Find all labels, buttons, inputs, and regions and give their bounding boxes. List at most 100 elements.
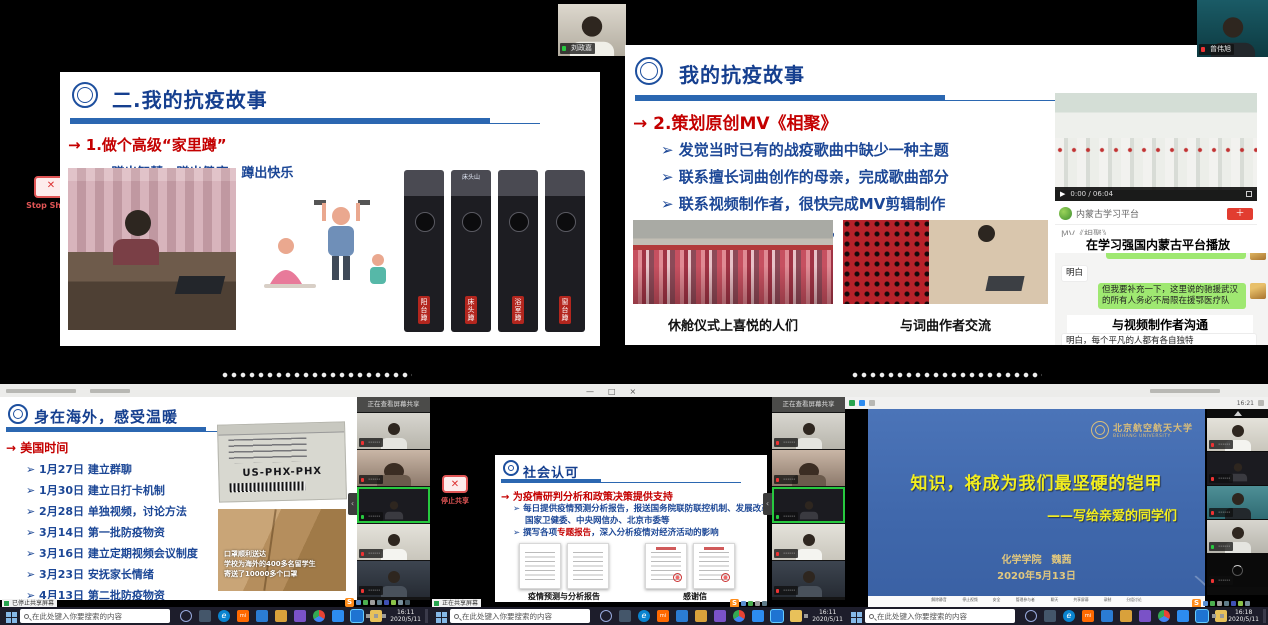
start-button[interactable] [6, 612, 11, 617]
tool-icon[interactable] [1224, 601, 1229, 606]
participant-video-tile[interactable]: ⋯⋯ [1207, 520, 1268, 553]
taskbar-app-icon[interactable]: mi [237, 610, 249, 622]
taskbar-app-icon[interactable] [714, 610, 726, 622]
taskbar-app-icon[interactable] [600, 610, 612, 622]
tab-favicon[interactable] [869, 400, 875, 406]
notification-icon[interactable] [1263, 609, 1266, 623]
window-controls[interactable]: — □ × [586, 386, 639, 397]
tool-icon[interactable] [1238, 601, 1243, 606]
taskbar-app-icon[interactable] [332, 610, 344, 622]
taskbar-app-icon[interactable]: e [218, 610, 230, 622]
strip-icon[interactable] [1258, 400, 1264, 406]
taskbar-clock[interactable]: 16:182020/5/11 [1228, 609, 1259, 623]
stop-share-button-zh[interactable]: 停止共享 [430, 475, 480, 506]
participant-video-tile[interactable]: ⋯⋯ [772, 524, 845, 560]
participant-video-tile[interactable]: ⋯⋯ [772, 561, 845, 597]
taskbar-search-input[interactable]: 在此处键入你要搜索的内容 [865, 609, 1015, 623]
participant-video-tile[interactable]: ⋯⋯ [772, 413, 845, 449]
scroll-up-arrow[interactable] [1234, 411, 1242, 416]
taskbar-search-input[interactable]: 在此处键入你要搜索的内容 [450, 609, 590, 623]
participant-video-tile[interactable]: ⋯⋯ [357, 413, 430, 449]
tray-icon[interactable] [1212, 614, 1216, 618]
tool-icon[interactable] [1203, 601, 1208, 606]
mv-video-player[interactable]: ▶ 0:00 / 06:04 [1055, 93, 1257, 201]
taskbar-app-icon[interactable] [313, 610, 325, 622]
tool-icon[interactable] [762, 601, 767, 606]
tool-icon[interactable] [1217, 601, 1222, 606]
participant-video-tile[interactable]: ⋯⋯ [357, 524, 430, 560]
participant-video-tile[interactable]: ⋯⋯ [1207, 554, 1268, 587]
start-button[interactable] [851, 612, 856, 617]
fullscreen-icon[interactable] [1246, 191, 1252, 197]
tab-favicon[interactable] [849, 400, 855, 406]
share-tool-icon[interactable]: S [345, 598, 354, 607]
notification-icon[interactable] [425, 609, 428, 623]
video-card[interactable]: 窗台蹲 [545, 170, 585, 332]
tool-icon[interactable] [748, 601, 753, 606]
taskbar-app-icon[interactable] [256, 610, 268, 622]
tray-icon[interactable] [804, 614, 808, 618]
taskbar-app-icon[interactable] [790, 610, 802, 622]
taskbar-clock[interactable]: 16:112020/5/11 [812, 609, 843, 623]
tool-icon[interactable] [377, 600, 382, 605]
tool-icon[interactable] [1210, 601, 1215, 606]
tool-icon[interactable] [391, 600, 396, 605]
video-card[interactable]: 阳台蹲 [404, 170, 444, 332]
participant-video-tile[interactable]: ⋯⋯ [357, 487, 430, 523]
taskbar-app-icon[interactable] [1025, 610, 1037, 622]
taskbar-app-icon[interactable]: e [638, 610, 650, 622]
participant-video-tile[interactable]: ⋯⋯ [357, 450, 430, 486]
taskbar-app-icon[interactable] [733, 610, 745, 622]
start-button[interactable] [436, 612, 441, 617]
taskbar-app-icon[interactable] [771, 610, 783, 622]
taskbar-app-icon[interactable] [1120, 610, 1132, 622]
webcam-speaker-2[interactable]: 曾伟旭 [1197, 0, 1268, 57]
tab-favicon[interactable] [859, 400, 865, 406]
taskbar-app-icon[interactable] [1101, 610, 1113, 622]
participant-video-tile[interactable]: ⋯⋯ [1207, 486, 1268, 519]
taskbar-app-icon[interactable]: mi [657, 610, 669, 622]
taskbar-app-icon[interactable] [275, 610, 287, 622]
tray-icon[interactable] [1220, 614, 1224, 618]
video-card[interactable]: 床头山 床头蹲 [451, 170, 491, 332]
taskbar-app-icon[interactable] [695, 610, 707, 622]
taskbar-app-icon[interactable] [199, 610, 211, 622]
tool-icon[interactable] [1245, 601, 1250, 606]
taskbar-app-icon[interactable] [1139, 610, 1151, 622]
webcam-speaker-1[interactable]: 刘政嘉 [558, 4, 626, 56]
tray-icon[interactable] [374, 614, 378, 618]
participant-video-tile[interactable]: ⋯⋯ [772, 487, 845, 523]
taskbar-clock[interactable]: 16:112020/5/11 [390, 609, 421, 623]
play-icon[interactable]: ▶ [1060, 190, 1065, 198]
participant-video-tile[interactable]: ⋯⋯ [772, 450, 845, 486]
participant-video-tile[interactable]: ⋯⋯ [1207, 418, 1268, 451]
taskbar-app-icon[interactable] [294, 610, 306, 622]
follow-button[interactable]: ＋ [1227, 208, 1253, 220]
taskbar-app-icon[interactable] [1177, 610, 1189, 622]
tool-icon[interactable] [755, 601, 760, 606]
tray-icon[interactable] [382, 614, 386, 618]
tool-icon[interactable] [363, 600, 368, 605]
tool-icon[interactable] [741, 601, 746, 606]
video-control-bar[interactable]: ▶ 0:00 / 06:04 [1055, 187, 1257, 201]
sidebar-collapse-handle[interactable]: ‹ [763, 493, 772, 515]
tool-icon[interactable] [370, 600, 375, 605]
taskbar-app-icon[interactable]: mi [1082, 610, 1094, 622]
taskbar-app-icon[interactable] [351, 610, 363, 622]
tool-icon[interactable] [1231, 601, 1236, 606]
taskbar-search-input[interactable]: 在此处键入你要搜索的内容 [20, 609, 170, 623]
taskbar-app-icon[interactable] [1044, 610, 1056, 622]
taskbar-app-icon[interactable]: e [1063, 610, 1075, 622]
participant-video-tile[interactable]: ⋯⋯ [1207, 452, 1268, 485]
taskbar-app-icon[interactable] [676, 610, 688, 622]
tool-icon[interactable] [398, 600, 403, 605]
tray-icon[interactable] [366, 614, 370, 618]
tool-icon[interactable] [384, 600, 389, 605]
video-card[interactable]: 浴室蹲 [498, 170, 538, 332]
taskbar-app-icon[interactable] [752, 610, 764, 622]
taskbar-app-icon[interactable] [180, 610, 192, 622]
taskbar-app-icon[interactable] [619, 610, 631, 622]
participant-video-tile[interactable]: ⋯⋯ [357, 561, 430, 597]
tool-icon[interactable] [405, 600, 410, 605]
taskbar-app-icon[interactable] [1196, 610, 1208, 622]
